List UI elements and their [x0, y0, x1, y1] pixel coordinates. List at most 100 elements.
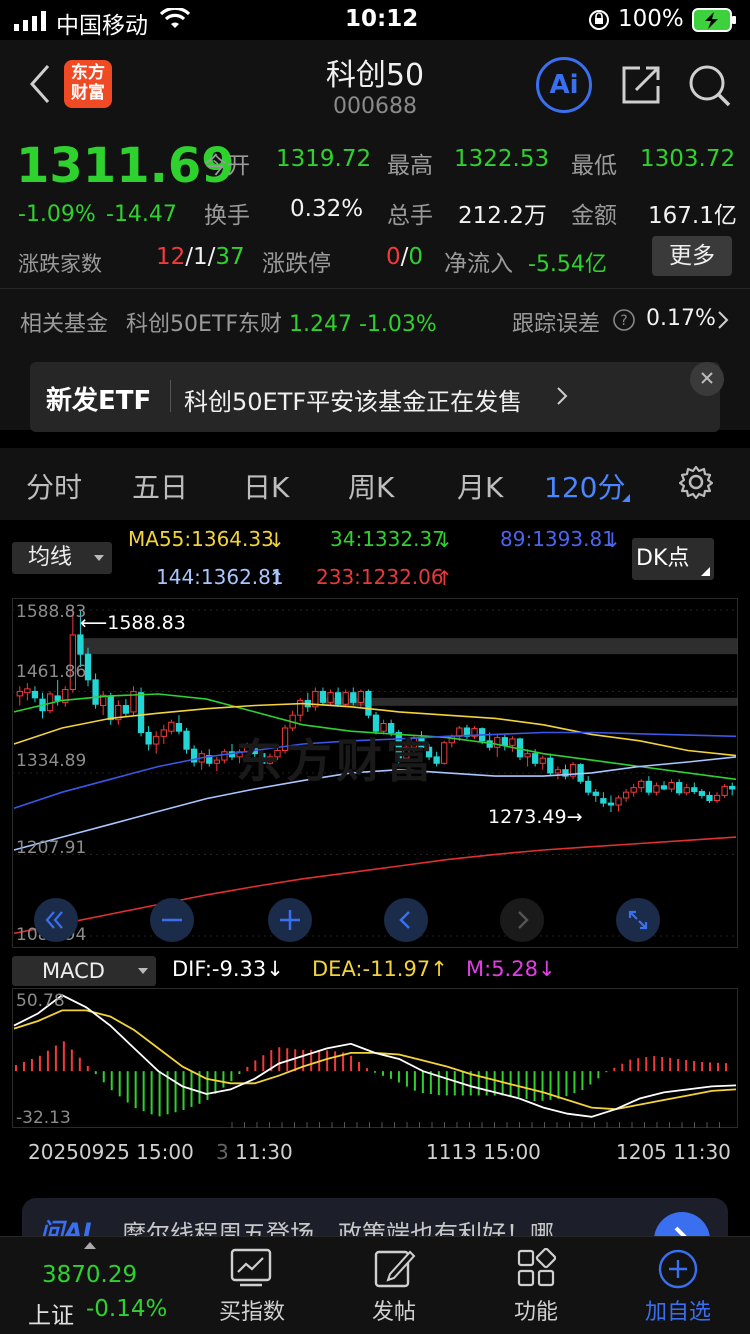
candle-body — [683, 787, 690, 794]
candle-body — [334, 692, 342, 705]
zoom-minus-icon[interactable] — [150, 898, 194, 942]
candle-body — [638, 780, 645, 789]
y-tick-4: 1207.91 — [16, 838, 87, 858]
banner-tag: 新发ETF — [46, 386, 152, 416]
limit-up: 0 — [386, 244, 401, 270]
candle-body — [107, 695, 114, 721]
candle-body — [319, 690, 327, 703]
breadth-flat: 1 — [193, 244, 208, 270]
dif-arrow-icon: ↓ — [266, 957, 284, 981]
candle-body — [615, 797, 622, 806]
zoom-plus-icon[interactable] — [268, 898, 312, 942]
macd-selector[interactable]: MACD — [12, 956, 156, 986]
breadth-down: 37 — [215, 244, 245, 270]
add-circle-icon — [657, 1248, 699, 1294]
time-label-4: 1205 11:30 — [616, 1140, 731, 1164]
more-button[interactable]: 更多 — [652, 236, 732, 276]
candle-body — [698, 791, 706, 796]
limit-label: 涨跌停 — [262, 251, 331, 277]
macd-m-value: M:5.28 — [466, 957, 538, 981]
candle-body — [547, 757, 554, 774]
fund-row[interactable]: 科创50ETF东财 1.247 -1.03% — [126, 306, 437, 338]
macd-chart[interactable] — [12, 988, 738, 1128]
scroll-left-icon[interactable] — [384, 898, 428, 942]
close-banner-icon[interactable] — [690, 362, 724, 396]
time-label-2: 3 11:30 — [216, 1140, 293, 1164]
high-value: 1322.53 — [454, 146, 550, 172]
candle-body — [721, 785, 728, 796]
candle-body — [92, 679, 99, 705]
tab-120min[interactable]: 120分 — [544, 466, 625, 506]
grid-apps-icon — [516, 1247, 557, 1292]
candle-body — [539, 757, 546, 764]
chevron-right-icon[interactable] — [716, 310, 730, 334]
candle-body — [441, 742, 448, 764]
scroll-right-icon[interactable] — [500, 898, 544, 942]
chevron-down-icon — [94, 555, 104, 561]
candle-body — [145, 731, 152, 745]
rotation-lock-icon — [588, 9, 610, 37]
volume-value: 212.2万 — [458, 203, 547, 229]
share-icon[interactable] — [618, 62, 664, 112]
candle-body — [554, 769, 562, 774]
candle-body — [327, 692, 334, 703]
ma34-arrow-icon: ↓ — [436, 528, 453, 552]
battery-icon — [692, 8, 738, 38]
tab-monthly-k[interactable]: 月K — [457, 466, 503, 506]
ma34-value: 34:1332.37 — [330, 527, 445, 551]
candle-body — [168, 721, 175, 732]
candle-body — [524, 753, 531, 758]
candle-body — [645, 780, 652, 793]
search-icon[interactable] — [686, 62, 732, 112]
zoom-out-far-icon[interactable] — [34, 898, 78, 942]
fullscreen-icon[interactable] — [616, 898, 660, 942]
ai-label: Ai — [549, 70, 579, 100]
low-value: 1303.72 — [640, 146, 736, 172]
y-tick-1: 1588.83 — [16, 602, 87, 622]
candle-body — [600, 798, 607, 804]
help-icon[interactable]: ? — [612, 308, 636, 336]
high-annotation: ⟵1588.83 — [80, 612, 186, 634]
tab-intraday[interactable]: 分时 — [26, 466, 82, 506]
amount-label: 金额 — [571, 203, 617, 229]
low-label: 最低 — [571, 153, 617, 179]
tab-daily-k[interactable]: 日K — [243, 466, 289, 506]
nav-functions-label: 功能 — [513, 1300, 558, 1325]
ma144-arrow-icon: ↑ — [268, 566, 285, 590]
edit-icon — [374, 1248, 416, 1292]
clock: 10:12 — [345, 6, 419, 32]
settings-icon[interactable] — [678, 464, 714, 504]
dea-arrow-icon: ↑ — [430, 957, 448, 981]
carrier-label: 中国移动 — [56, 13, 148, 39]
limit-values: 0/0 — [386, 244, 423, 270]
index-name: 上证 — [28, 1303, 74, 1329]
candle-body — [122, 705, 130, 714]
breadth-values: 12/1/37 — [156, 244, 245, 270]
candle-body — [691, 787, 698, 793]
ai-button[interactable]: Ai — [536, 57, 592, 113]
banner-chevron-icon — [556, 386, 568, 410]
ma89-value: 89:1393.81 — [500, 527, 615, 551]
banner-text: 科创50ETF平安该基金正在发售 — [184, 388, 523, 416]
nav-post-label: 发帖 — [371, 1300, 416, 1325]
tab-weekly-k[interactable]: 周K — [348, 466, 394, 506]
ma144-value: 144:1362.81 — [156, 565, 284, 589]
ma55-arrow-icon: ↓ — [268, 528, 285, 552]
macd-selector-label: MACD — [42, 959, 105, 983]
candle-body — [221, 751, 228, 761]
candle-body — [54, 695, 61, 701]
amount-value: 167.1亿 — [648, 203, 737, 229]
index-change: -0.14% — [86, 1296, 168, 1322]
macd-dea-value: DEA:-11.97 — [312, 957, 431, 981]
candle-body — [183, 730, 190, 750]
tab-five-day[interactable]: 五日 — [132, 466, 188, 506]
new-etf-banner[interactable]: 新发ETF 科创50ETF平安该基金正在发售 — [30, 362, 724, 432]
tracking-value: 0.17% — [646, 306, 716, 331]
dk-band — [322, 697, 738, 706]
index-ticker[interactable]: 3870.29 上证 -0.14% — [0, 1236, 180, 1334]
fund-label: 相关基金 — [20, 312, 109, 337]
high-annotation-arrow-icon: ⟵ — [80, 612, 108, 634]
dk-point-button[interactable]: DK点 — [632, 538, 714, 580]
change-percent: -1.09% — [18, 202, 96, 227]
ma-selector[interactable]: 均线 — [12, 542, 112, 574]
